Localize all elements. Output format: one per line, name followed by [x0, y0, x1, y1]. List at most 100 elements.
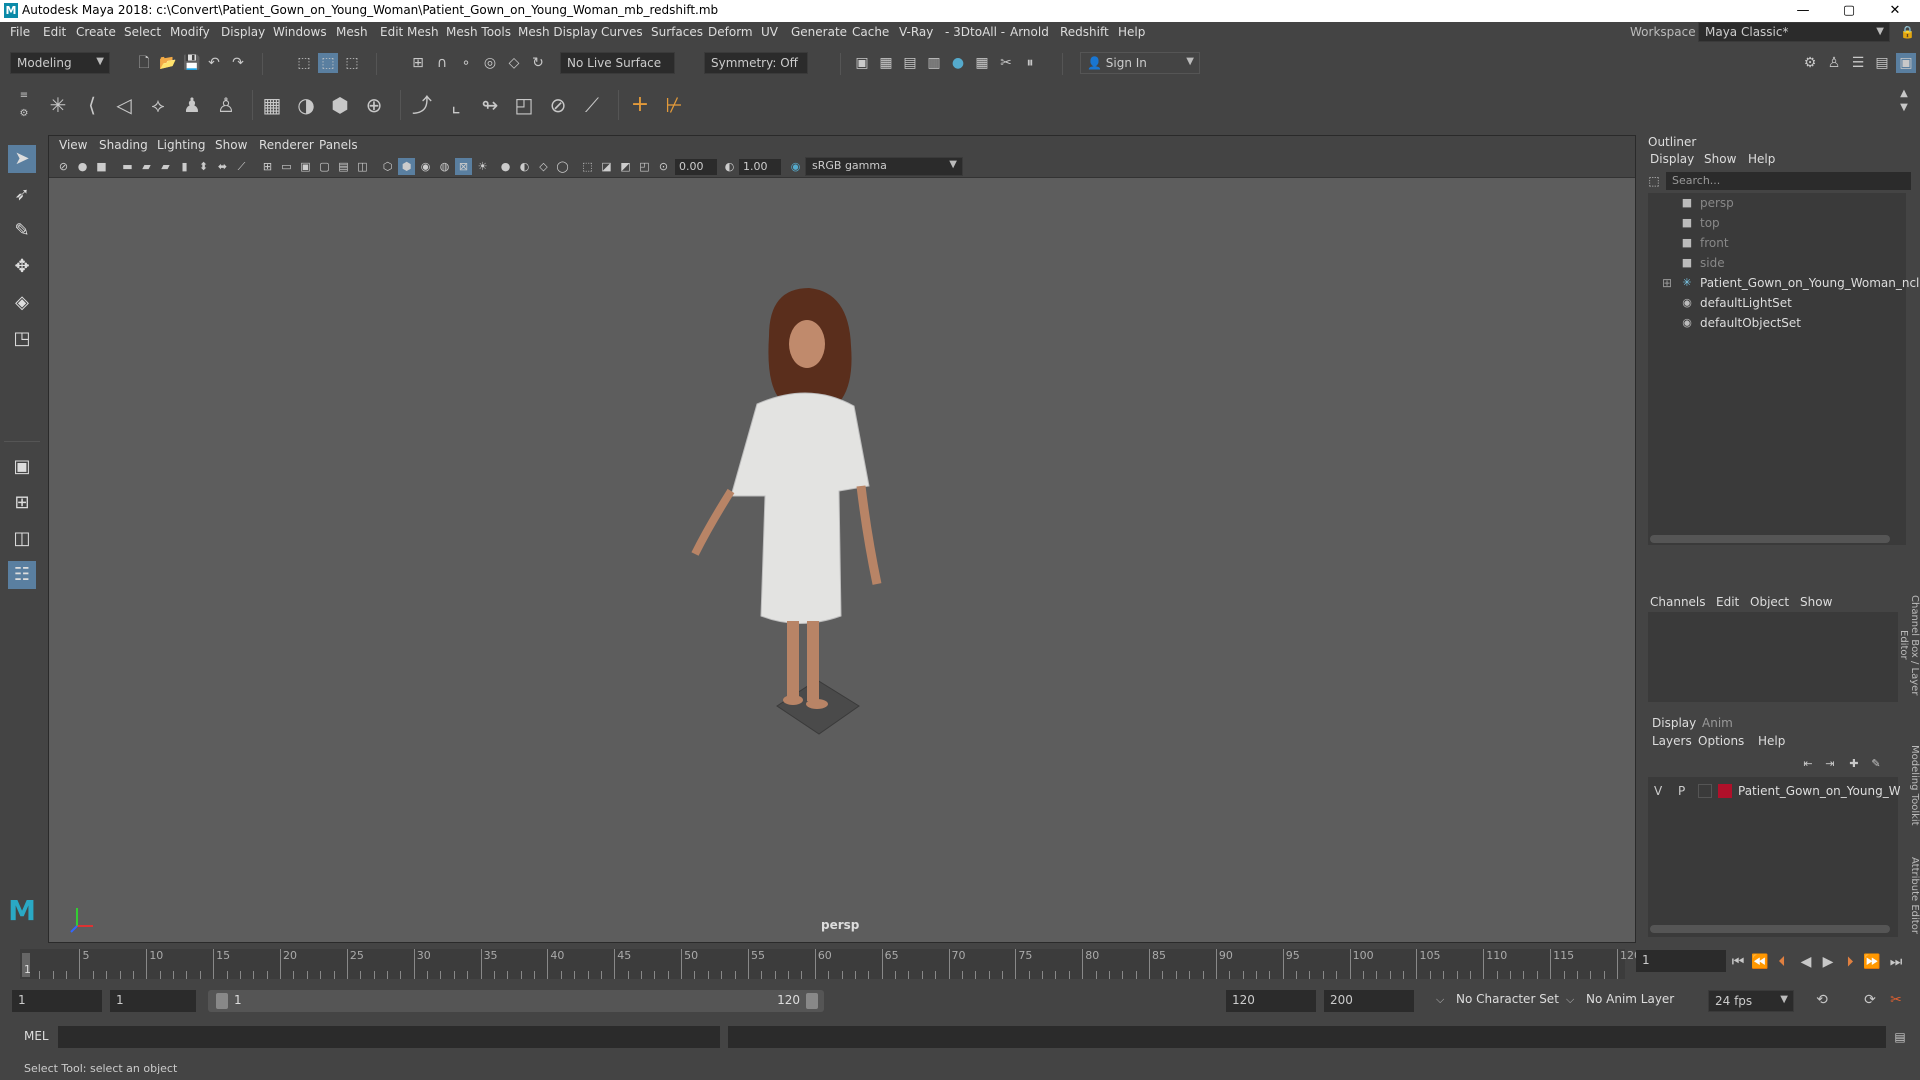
new-layer-icon[interactable]: ✚ — [1844, 754, 1864, 774]
render-frame-icon[interactable]: ▦ — [876, 53, 896, 73]
undo-icon[interactable]: ↶ — [204, 53, 224, 73]
range-slider-bar[interactable]: 1 120 — [208, 990, 824, 1012]
layer-name[interactable]: Patient_Gown_on_Young_Wor — [1738, 781, 1912, 801]
mel-input[interactable] — [58, 1026, 720, 1048]
move-tool-icon[interactable]: ✥ — [8, 253, 36, 281]
mode-select[interactable]: Modeling ▼ — [10, 52, 110, 74]
resolution-gate-icon[interactable]: ⬍ — [195, 158, 212, 175]
anti-alias-icon[interactable]: ◇ — [535, 158, 552, 175]
tool-settings-icon[interactable]: ▤ — [1872, 53, 1892, 73]
select-object-icon[interactable]: ⬚ — [318, 53, 338, 73]
exposure-field[interactable]: 0.00 — [675, 159, 717, 175]
exposure-icon[interactable]: ⊙ — [655, 158, 672, 175]
channel-menu-edit[interactable]: Edit — [1716, 595, 1739, 609]
new-layer-selected-icon[interactable]: ✎ — [1866, 754, 1886, 774]
menu-create[interactable]: Create — [76, 25, 116, 39]
modeling-toolkit-icon[interactable]: ⚙ — [1800, 53, 1820, 73]
layer-tab-display[interactable]: Display — [1652, 716, 1696, 730]
select-tool-icon[interactable]: ➤ — [8, 145, 36, 173]
render-view-icon[interactable]: ▣ — [852, 53, 872, 73]
vp-menu-view[interactable]: View — [59, 138, 87, 152]
pole-vector-icon[interactable]: ⟋ — [582, 95, 602, 115]
color-space-select[interactable]: sRGB gamma ▼ — [805, 157, 963, 176]
maximize-button[interactable]: ▢ — [1826, 0, 1872, 22]
redo-icon[interactable]: ↷ — [228, 53, 248, 73]
lattice-icon[interactable]: ▦ — [262, 95, 282, 115]
menu-3dtoall[interactable]: - 3DtoAll - — [945, 25, 1005, 39]
new-scene-icon[interactable]: 🗋 — [134, 53, 154, 73]
menu-cache[interactable]: Cache — [852, 25, 889, 39]
playback-start-field[interactable]: 1 — [110, 990, 196, 1012]
outliner-menu-show[interactable]: Show — [1704, 152, 1736, 166]
outliner-item[interactable]: ■ top — [1648, 213, 1906, 233]
outliner-search-input[interactable]: Search... — [1666, 172, 1911, 190]
layer-move-down-icon[interactable]: ⇥ — [1820, 754, 1840, 774]
snap-point-icon[interactable]: ∘ — [456, 53, 476, 73]
channel-menu-show[interactable]: Show — [1800, 595, 1832, 609]
ambient-occlusion-icon[interactable]: ● — [497, 158, 514, 175]
mel-label[interactable]: MEL — [24, 1029, 49, 1043]
lasso-tool-icon[interactable]: ➶ — [8, 181, 36, 209]
outliner-item[interactable]: ◉ defaultLightSet — [1648, 293, 1906, 313]
playback-end-field[interactable]: 120 — [1226, 990, 1316, 1012]
menu-mesh-tools[interactable]: Mesh Tools — [446, 25, 511, 39]
outliner-menu-display[interactable]: Display — [1650, 152, 1694, 166]
select-component-icon[interactable]: ⬚ — [342, 53, 362, 73]
snap-grid-icon[interactable]: ⊞ — [408, 53, 428, 73]
gate-mask-icon[interactable]: ⬌ — [214, 158, 231, 175]
film-gate-icon[interactable]: ▮ — [176, 158, 193, 175]
motion-blur-icon[interactable]: ◐ — [516, 158, 533, 175]
menu-help[interactable]: Help — [1118, 25, 1145, 39]
field-chart-icon[interactable]: ⟋ — [233, 158, 250, 175]
four-view-icon[interactable]: ⊞ — [8, 489, 36, 517]
open-scene-icon[interactable]: 📂 — [158, 53, 178, 73]
point-constraint-icon[interactable]: ↬ — [480, 95, 500, 115]
safe-action-icon[interactable]: ▭ — [278, 158, 295, 175]
ipr-render-icon[interactable]: ▤ — [900, 53, 920, 73]
layer-color-swatch[interactable] — [1718, 784, 1732, 798]
image-plane-icon[interactable]: ▬ — [119, 158, 136, 175]
close-button[interactable]: ✕ — [1872, 0, 1918, 22]
gamma-field[interactable]: 1.00 — [739, 159, 781, 175]
scene-start-field[interactable]: 1 — [12, 990, 102, 1012]
layer-tab-anim[interactable]: Anim — [1702, 716, 1733, 730]
menu-edit[interactable]: Edit — [43, 25, 66, 39]
channel-box-tab[interactable]: Channel Box / Layer Editor — [1898, 580, 1920, 710]
cluster-icon[interactable]: ◑ — [296, 95, 316, 115]
channel-box-icon[interactable]: ▣ — [1896, 53, 1916, 73]
shadows-icon[interactable]: ☀ — [474, 158, 491, 175]
menu-mesh-display[interactable]: Mesh Display — [518, 25, 598, 39]
step-back-frame-icon[interactable]: ⏴ — [1772, 952, 1792, 972]
play-back-icon[interactable]: ◀ — [1796, 952, 1816, 972]
wrap-icon[interactable]: ⬢ — [330, 95, 350, 115]
layer-menu-options[interactable]: Options — [1698, 734, 1744, 748]
snapshot-icon[interactable]: ✂ — [996, 53, 1016, 73]
sign-in-button[interactable]: 👤 Sign In ▼ — [1080, 52, 1200, 74]
view-transform-icon[interactable]: ◉ — [787, 158, 804, 175]
isolate-select-icon[interactable]: ⬚ — [579, 158, 596, 175]
orient-constraint-icon[interactable]: ◰ — [514, 95, 534, 115]
outliner-item[interactable]: ■ side — [1648, 253, 1906, 273]
scale-tool-icon[interactable]: ◳ — [8, 325, 36, 353]
go-to-end-icon[interactable]: ⏭ — [1886, 952, 1906, 972]
viewport-persp[interactable]: View Shading Lighting Show Renderer Pane… — [48, 135, 1636, 943]
camera-attr-icon[interactable]: ● — [74, 158, 91, 175]
snap-rotate-icon[interactable]: ↻ — [528, 53, 548, 73]
outliner-item[interactable]: ■ persp — [1648, 193, 1906, 213]
expand-icon[interactable]: ⊞ — [1662, 273, 1672, 293]
xray-icon[interactable]: ⊠ — [455, 158, 472, 175]
current-frame-field[interactable]: 1 — [1636, 950, 1726, 972]
menu-select[interactable]: Select — [124, 25, 161, 39]
ik-spline-icon[interactable]: ◁ — [114, 95, 134, 115]
live-surface-field[interactable]: No Live Surface — [560, 52, 675, 74]
attribute-editor-tab[interactable]: Attribute Editor — [1900, 850, 1920, 940]
paint-select-icon[interactable]: ✎ — [8, 217, 36, 245]
layer-menu-help[interactable]: Help — [1758, 734, 1785, 748]
menu-edit-mesh[interactable]: Edit Mesh — [380, 25, 439, 39]
textured-icon[interactable]: ◉ — [417, 158, 434, 175]
vp-menu-renderer[interactable]: Renderer — [259, 138, 314, 152]
layer-row[interactable]: V P Patient_Gown_on_Young_Wor — [1648, 781, 1912, 801]
time-ruler[interactable]: 1 5 10 15 20 25 30 35 40 45 50 55 60 65 70 75 80 85 90 95 1… — [20, 949, 1641, 979]
vp-menu-panels[interactable]: Panels — [319, 138, 358, 152]
menu-modify[interactable]: Modify — [170, 25, 210, 39]
